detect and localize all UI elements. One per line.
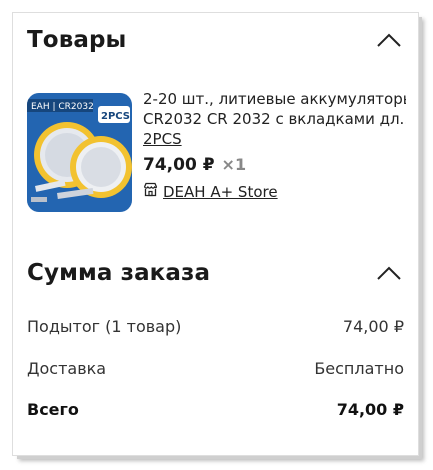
product-image-badge: 2PCS xyxy=(101,111,130,122)
subtotal-value: 74,00 ₽ xyxy=(342,317,404,336)
product-quantity: ×1 xyxy=(221,155,247,174)
product-price: 74,00 ₽ xyxy=(143,155,215,175)
product-info: 2-20 шт., литиевые аккумуляторы CR2032 C… xyxy=(143,89,406,201)
product-name-line-2: CR2032 CR 2032 с вкладками дл... xyxy=(143,110,406,128)
product-variant[interactable]: 2PCS xyxy=(143,129,406,149)
chevron-up-icon[interactable] xyxy=(376,30,402,50)
total-row: Всего 74,00 ₽ xyxy=(27,400,404,419)
total-value: 74,00 ₽ xyxy=(336,400,404,419)
order-panel: Товары EAH | CR2032 2PCS 2-20 шт., литие… xyxy=(13,13,418,455)
store-icon xyxy=(143,182,158,201)
product-item[interactable]: EAH | CR2032 2PCS 2-20 шт., литиевые акк… xyxy=(27,89,406,213)
subtotal-row: Подытог (1 товар) 74,00 ₽ xyxy=(27,317,404,336)
product-image-banner: EAH | CR2032 xyxy=(31,102,94,112)
product-name[interactable]: 2-20 шт., литиевые аккумуляторы CR2032 C… xyxy=(143,89,406,149)
product-name-line-1: 2-20 шт., литиевые аккумуляторы xyxy=(143,90,406,108)
store-link[interactable]: DEAH A+ Store xyxy=(143,182,406,201)
summary-section-header[interactable]: Сумма заказа xyxy=(27,253,402,293)
total-label: Всего xyxy=(27,400,79,419)
products-section-title: Товары xyxy=(27,27,127,53)
store-name: DEAH A+ Store xyxy=(163,182,278,201)
subtotal-label: Подытог (1 товар) xyxy=(27,317,182,336)
shipping-row: Доставка Бесплатно xyxy=(27,359,404,378)
summary-section-title: Сумма заказа xyxy=(27,260,211,286)
products-section-header[interactable]: Товары xyxy=(27,20,402,60)
shipping-label: Доставка xyxy=(27,359,107,378)
shipping-value: Бесплатно xyxy=(314,359,404,378)
product-image[interactable]: EAH | CR2032 2PCS xyxy=(27,93,132,212)
price-row: 74,00 ₽ ×1 xyxy=(143,155,406,175)
chevron-up-icon[interactable] xyxy=(376,263,402,283)
